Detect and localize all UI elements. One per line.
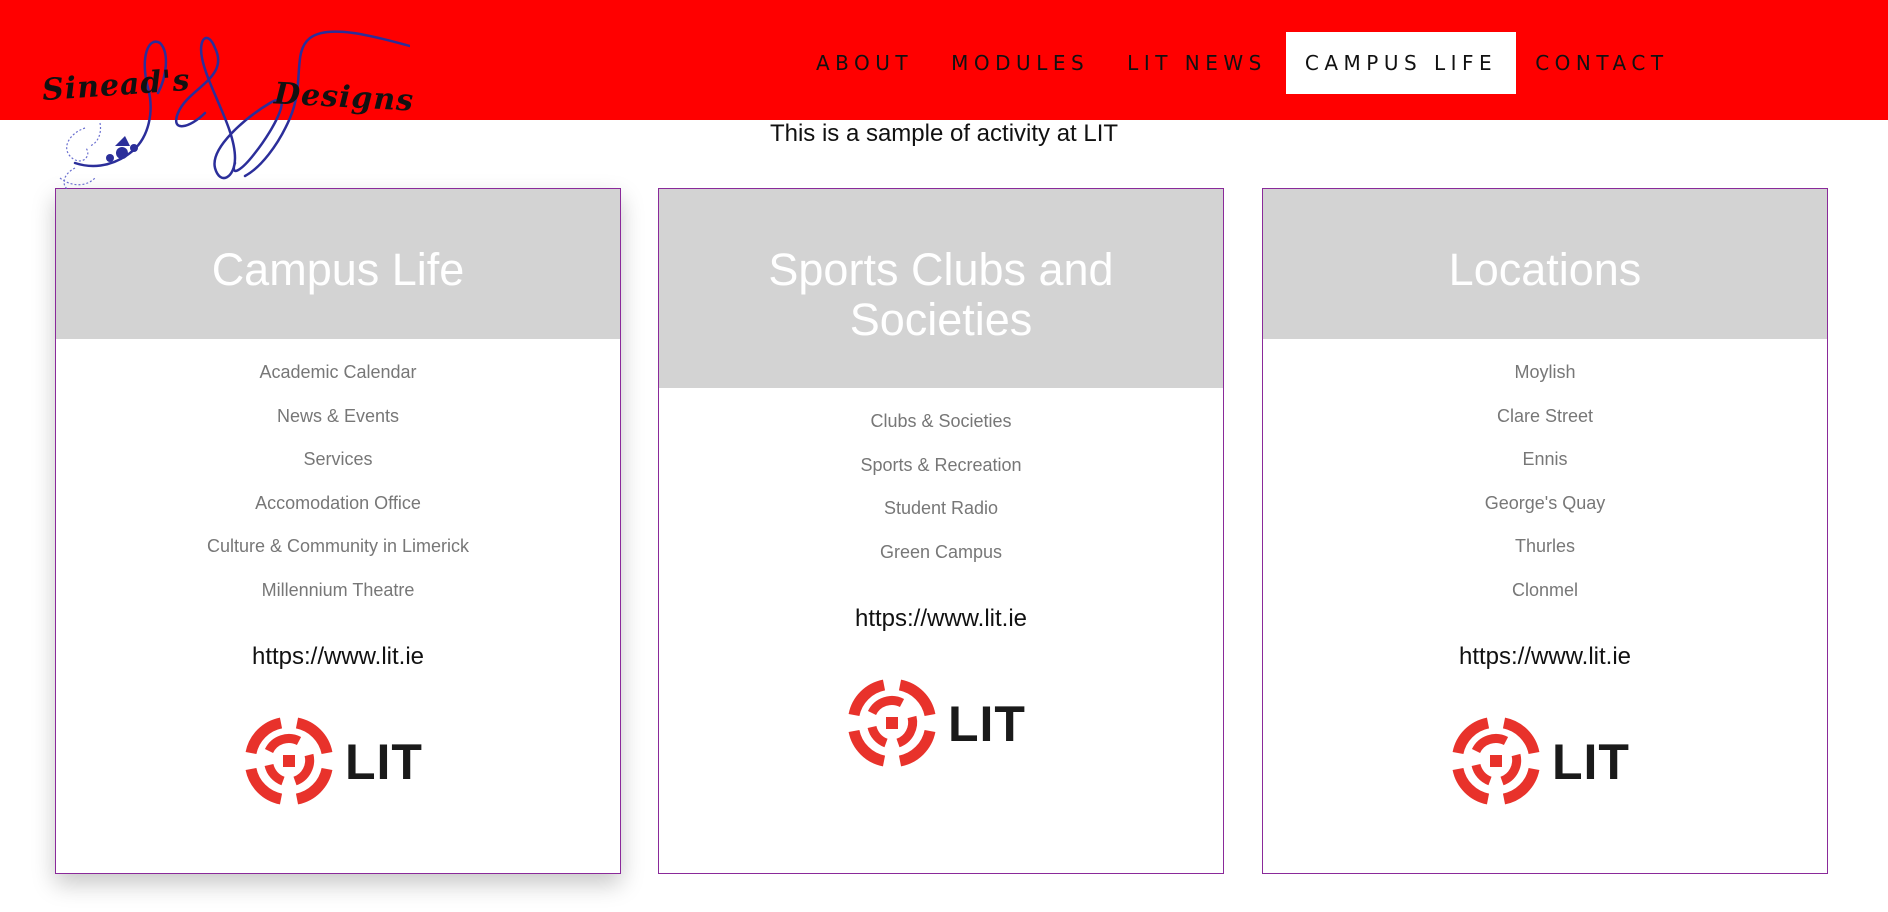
card-link[interactable]: Academic Calendar: [56, 361, 620, 383]
card-link[interactable]: News & Events: [56, 405, 620, 427]
lit-logo[interactable]: LIT: [56, 715, 620, 807]
card-title: Campus Life: [56, 189, 620, 339]
card-link[interactable]: Accomodation Office: [56, 492, 620, 514]
card-link-list: Clubs & Societies Sports & Recreation St…: [659, 388, 1223, 563]
card-link[interactable]: Sports & Recreation: [659, 454, 1223, 476]
card-link[interactable]: Student Radio: [659, 497, 1223, 519]
card-link[interactable]: George's Quay: [1263, 492, 1827, 514]
card-link[interactable]: Thurles: [1263, 535, 1827, 557]
lit-logo[interactable]: LIT: [659, 677, 1223, 769]
card-title: Sports Clubs and Societies: [659, 189, 1223, 388]
card-title: Locations: [1263, 189, 1827, 339]
card-link-list: Moylish Clare Street Ennis George's Quay…: [1263, 339, 1827, 601]
card-link[interactable]: Moylish: [1263, 361, 1827, 383]
nav-link-contact[interactable]: CONTACT: [1516, 32, 1687, 94]
lit-emblem-icon: LIT: [1452, 717, 1630, 804]
lit-emblem-icon: LIT: [245, 717, 423, 804]
card-link[interactable]: Clonmel: [1263, 579, 1827, 601]
card-link[interactable]: Millennium Theatre: [56, 579, 620, 601]
lit-logo[interactable]: LIT: [1263, 715, 1827, 807]
card-link[interactable]: Green Campus: [659, 541, 1223, 563]
card-url[interactable]: https://www.lit.ie: [659, 605, 1223, 633]
card-link[interactable]: Clare Street: [1263, 405, 1827, 427]
nav-link-lit-news[interactable]: LIT NEWS: [1108, 32, 1286, 94]
card-link-list: Academic Calendar News & Events Services…: [56, 339, 620, 601]
sineads-designs-logo[interactable]: Sinead's Designs: [30, 18, 415, 203]
card-link[interactable]: Clubs & Societies: [659, 410, 1223, 432]
card-url[interactable]: https://www.lit.ie: [56, 643, 620, 671]
lit-emblem-icon: LIT: [848, 679, 1026, 766]
card-campus-life: Campus Life Academic Calendar News & Eve…: [55, 188, 621, 874]
card-url[interactable]: https://www.lit.ie: [1263, 643, 1827, 671]
card-sports-clubs: Sports Clubs and Societies Clubs & Socie…: [658, 188, 1224, 874]
logo-text-right: Designs: [273, 76, 415, 119]
card-locations: Locations Moylish Clare Street Ennis Geo…: [1262, 188, 1828, 874]
card-link[interactable]: Ennis: [1263, 448, 1827, 470]
nav-link-campus-life[interactable]: CAMPUS LIFE: [1285, 32, 1517, 94]
card-link[interactable]: Culture & Community in Limerick: [56, 535, 620, 557]
nav-link-about[interactable]: ABOUT: [797, 32, 932, 94]
main-nav: ABOUT MODULES LIT NEWS CAMPUS LIFE CONTA…: [797, 32, 1688, 94]
card-link[interactable]: Services: [56, 448, 620, 470]
svg-text:LIT: LIT: [1552, 734, 1630, 790]
svg-text:LIT: LIT: [345, 734, 423, 790]
svg-text:LIT: LIT: [948, 696, 1026, 752]
nav-link-modules[interactable]: MODULES: [932, 32, 1108, 94]
